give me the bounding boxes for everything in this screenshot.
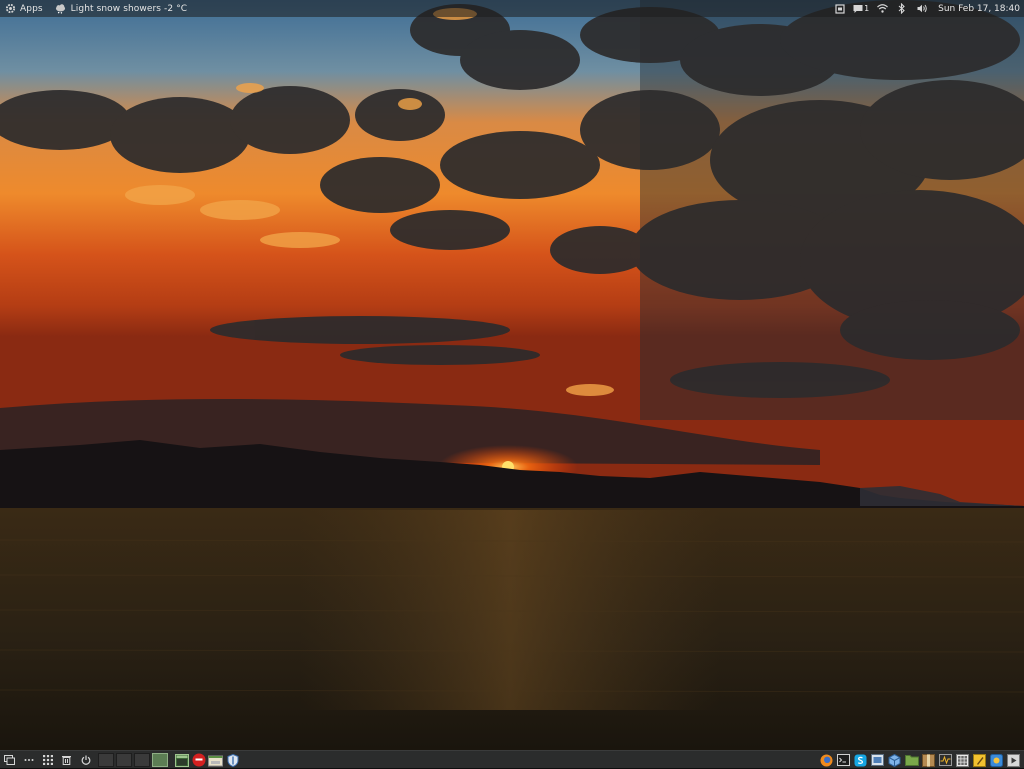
media-player-icon	[1007, 753, 1020, 767]
firefox-icon	[820, 754, 833, 766]
taskbar	[173, 752, 241, 769]
clock[interactable]: Sun Feb 17, 18:40	[932, 4, 1024, 14]
terminal-launcher[interactable]	[835, 752, 852, 769]
system-monitor-launcher[interactable]	[937, 752, 954, 769]
trash-button[interactable]	[57, 752, 76, 769]
archive-launcher[interactable]	[920, 752, 937, 769]
media-player-launcher[interactable]	[1005, 752, 1022, 769]
workspace-3[interactable]	[134, 753, 150, 767]
clipboard-icon	[835, 3, 845, 14]
workspace-2[interactable]	[116, 753, 132, 767]
message-icon	[853, 4, 863, 13]
skype-launcher[interactable]	[852, 752, 869, 769]
volume-icon	[917, 4, 927, 13]
screenshot-launcher[interactable]	[869, 752, 886, 769]
shield-icon	[227, 753, 238, 767]
top-panel: Apps Light snow showers -2 °C 1 Sun Feb …	[0, 0, 1024, 17]
weather-applet[interactable]: Light snow showers -2 °C	[49, 0, 194, 17]
firefox-launcher[interactable]	[818, 752, 835, 769]
calculator-launcher[interactable]	[954, 752, 971, 769]
volume-button[interactable]	[912, 0, 932, 17]
calculator-icon	[956, 753, 969, 767]
bluetooth-icon	[898, 3, 905, 14]
bluetooth-button[interactable]	[892, 0, 912, 17]
messages-button[interactable]: 1	[850, 0, 872, 17]
file-manager-icon	[208, 755, 223, 766]
system-tray: 1 Sun Feb 17, 18:40	[830, 0, 1024, 17]
taskbar-window-4[interactable]	[224, 752, 241, 769]
skype-icon	[854, 754, 867, 766]
apps-menu-button[interactable]: Apps	[0, 0, 49, 17]
workspace-1[interactable]	[98, 753, 114, 767]
cube-launcher[interactable]	[886, 752, 903, 769]
taskbar-window-1[interactable]	[173, 752, 190, 769]
hexchat-launcher[interactable]	[988, 752, 1005, 769]
gear-icon	[5, 3, 16, 14]
taskbar-window-3[interactable]	[207, 752, 224, 769]
app-grid-button[interactable]	[38, 752, 57, 769]
power-button[interactable]	[76, 752, 95, 769]
system-monitor-icon	[939, 754, 952, 766]
cloud-snow-icon	[55, 4, 65, 14]
trash-icon	[62, 756, 71, 765]
notification-count: 1	[864, 4, 870, 13]
workspace-switcher	[97, 753, 169, 767]
notes-launcher[interactable]	[971, 752, 988, 769]
power-icon	[81, 755, 90, 765]
desktop-wallpaper	[0, 0, 1024, 768]
bottom-panel	[0, 750, 1024, 768]
hexchat-icon	[990, 753, 1003, 767]
network-icon	[876, 4, 888, 13]
terminal-window-icon	[174, 753, 189, 767]
clipboard-button[interactable]	[830, 0, 850, 17]
screenshot-icon	[871, 754, 884, 766]
archive-icon	[922, 753, 935, 767]
taskbar-window-2[interactable]	[190, 752, 207, 769]
red-app-icon	[192, 753, 205, 767]
folder-launcher[interactable]	[903, 752, 920, 769]
apps-label: Apps	[20, 3, 43, 14]
folder-icon	[904, 755, 919, 766]
show-desktop-button[interactable]	[0, 752, 19, 769]
workspace-4[interactable]	[152, 753, 168, 767]
cube-icon	[888, 753, 901, 767]
network-button[interactable]	[872, 0, 892, 17]
show-desktop-icon	[4, 755, 15, 765]
more-menu-button[interactable]	[19, 752, 38, 769]
bottom-tray	[818, 751, 1022, 769]
dots-menu-icon	[24, 759, 33, 761]
bottom-left-group	[0, 751, 241, 769]
notes-icon	[973, 753, 986, 767]
weather-text: Light snow showers -2 °C	[70, 3, 188, 14]
terminal-icon	[837, 754, 850, 766]
app-grid-icon	[42, 755, 53, 765]
